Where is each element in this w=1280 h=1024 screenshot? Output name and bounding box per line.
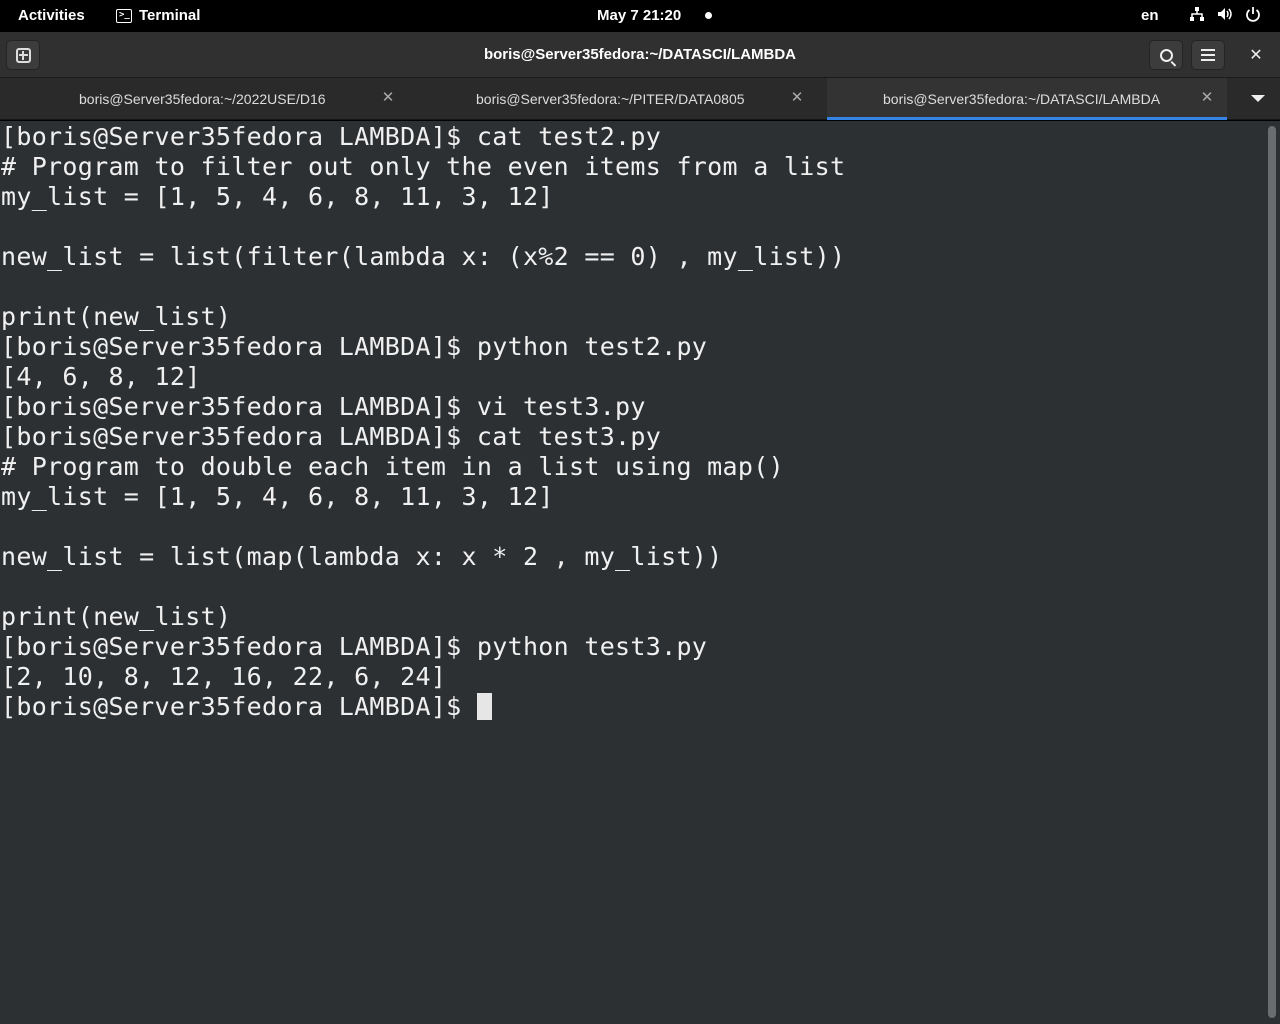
tab-datasci-lambda[interactable]: boris@Server35fedora:~/DATASCI/LAMBDA ✕ <box>827 78 1227 120</box>
terminal-prompt-line[interactable]: [boris@Server35fedora LAMBDA]$ <box>0 692 1280 722</box>
tab-label: boris@Server35fedora:~/DATASCI/LAMBDA <box>883 91 1161 107</box>
power-icon <box>1244 6 1262 24</box>
clock[interactable]: May 7 21:20 <box>597 7 681 24</box>
top-bar: Activities >_ Terminal May 7 21:20 en <box>0 0 1280 32</box>
language-indicator[interactable]: en <box>1141 7 1159 24</box>
tab-2022use-d16[interactable]: boris@Server35fedora:~/2022USE/D16 ✕ <box>0 78 408 120</box>
terminal-line: [4, 6, 8, 12] <box>1 362 201 391</box>
tab-piter-data0805[interactable]: boris@Server35fedora:~/PITER/DATA0805 ✕ <box>410 78 826 120</box>
terminal-line: new_list = list(filter(lambda x: (x%2 ==… <box>1 242 846 271</box>
activities-button[interactable]: Activities <box>18 7 85 24</box>
search-button[interactable] <box>1149 40 1183 70</box>
tab-close-icon[interactable]: ✕ <box>787 88 807 108</box>
notification-dot <box>705 12 712 19</box>
hamburger-icon <box>1201 49 1215 61</box>
tab-close-icon[interactable]: ✕ <box>378 88 398 108</box>
terminal-line: print(new_list) <box>1 602 232 631</box>
app-menu[interactable]: >_ Terminal <box>116 7 200 24</box>
menu-button[interactable] <box>1191 40 1225 70</box>
terminal-output[interactable]: [boris@Server35fedora LAMBDA]$ cat test2… <box>0 121 1280 1024</box>
terminal-line: [boris@Server35fedora LAMBDA]$ cat test2… <box>1 122 662 151</box>
tab-bar: boris@Server35fedora:~/2022USE/D16 ✕ bor… <box>0 78 1280 120</box>
terminal-line: [boris@Server35fedora LAMBDA]$ python te… <box>1 632 708 661</box>
volume-icon <box>1216 6 1234 24</box>
tab-close-icon[interactable]: ✕ <box>1197 88 1217 108</box>
app-name: Terminal <box>139 7 201 24</box>
terminal-line: my_list = [1, 5, 4, 6, 8, 11, 3, 12] <box>1 482 554 511</box>
tab-label: boris@Server35fedora:~/PITER/DATA0805 <box>476 91 745 107</box>
terminal-icon: >_ <box>116 8 132 23</box>
terminal-cursor <box>476 693 492 720</box>
terminal-line: [2, 10, 8, 12, 16, 22, 6, 24] <box>1 662 447 691</box>
terminal-line: my_list = [1, 5, 4, 6, 8, 11, 3, 12] <box>1 182 554 211</box>
window-title: boris@Server35fedora:~/DATASCI/LAMBDA <box>483 46 797 63</box>
terminal-line: new_list = list(map(lambda x: x * 2 , my… <box>1 542 723 571</box>
tab-list-dropdown-icon[interactable] <box>1251 95 1265 102</box>
terminal-line: # Program to double each item in a list … <box>1 452 784 481</box>
terminal-scrollbar[interactable] <box>1268 126 1276 1018</box>
terminal-line: # Program to filter out only the even it… <box>1 152 846 181</box>
window-header: boris@Server35fedora:~/DATASCI/LAMBDA ✕ <box>0 32 1280 78</box>
terminal-line: [boris@Server35fedora LAMBDA]$ vi test3.… <box>1 392 646 421</box>
system-menu[interactable] <box>1188 6 1262 24</box>
network-icon <box>1188 6 1206 24</box>
search-icon <box>1159 48 1173 62</box>
tab-label: boris@Server35fedora:~/2022USE/D16 <box>79 91 326 107</box>
close-icon: ✕ <box>1249 47 1263 64</box>
terminal-line: [boris@Server35fedora LAMBDA]$ cat test3… <box>1 422 662 451</box>
active-tab-indicator <box>827 117 1227 120</box>
terminal-prompt: [boris@Server35fedora LAMBDA]$ <box>1 692 477 721</box>
terminal-line: print(new_list) <box>1 302 232 331</box>
terminal-line: [boris@Server35fedora LAMBDA]$ python te… <box>1 332 708 361</box>
close-window-button[interactable]: ✕ <box>1245 44 1267 66</box>
